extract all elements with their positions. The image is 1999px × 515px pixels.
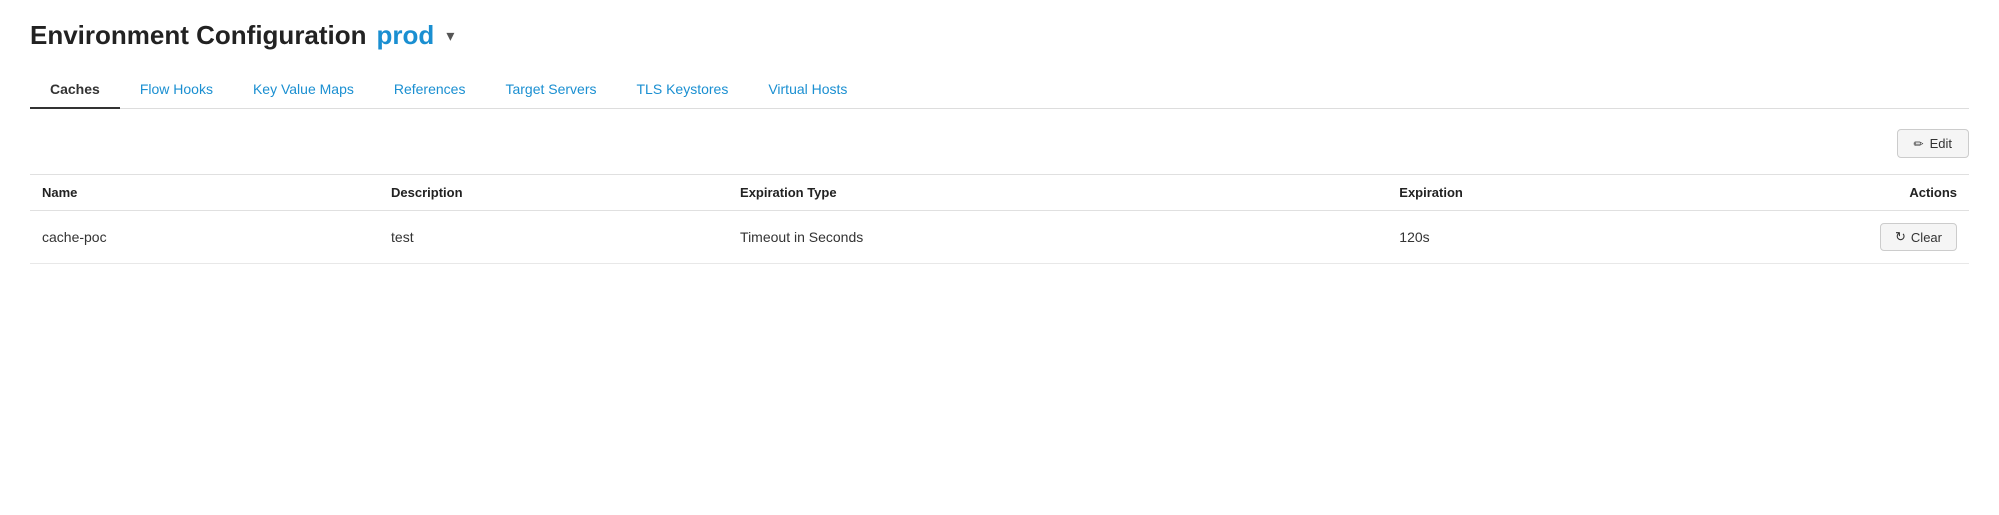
toolbar: ✏ Edit bbox=[30, 129, 1969, 158]
edit-button[interactable]: ✏ Edit bbox=[1897, 129, 1969, 158]
tab-tls-keystores[interactable]: TLS Keystores bbox=[617, 71, 749, 109]
col-header-actions: Actions bbox=[1736, 175, 1969, 211]
tab-target-servers[interactable]: Target Servers bbox=[485, 71, 616, 109]
clear-button-label: Clear bbox=[1911, 230, 1942, 245]
table-header-row: Name Description Expiration Type Expirat… bbox=[30, 175, 1969, 211]
cell-expiration-type: Timeout in Seconds bbox=[728, 211, 1387, 264]
tab-caches[interactable]: Caches bbox=[30, 71, 120, 109]
cell-actions: ↻ Clear bbox=[1736, 211, 1969, 264]
tab-virtual-hosts[interactable]: Virtual Hosts bbox=[748, 71, 867, 109]
table-row: cache-poc test Timeout in Seconds 120s ↻… bbox=[30, 211, 1969, 264]
cell-description: test bbox=[379, 211, 728, 264]
page-header: Environment Configuration prod ▾ bbox=[30, 20, 1969, 51]
cell-name: cache-poc bbox=[30, 211, 379, 264]
pencil-icon: ✏ bbox=[1914, 137, 1924, 151]
clear-button[interactable]: ↻ Clear bbox=[1880, 223, 1957, 251]
page-title: Environment Configuration bbox=[30, 20, 367, 51]
col-header-expiration: Expiration bbox=[1387, 175, 1736, 211]
caches-table: Name Description Expiration Type Expirat… bbox=[30, 174, 1969, 264]
env-dropdown-chevron[interactable]: ▾ bbox=[446, 26, 454, 46]
col-header-expiration-type: Expiration Type bbox=[728, 175, 1387, 211]
cell-expiration: 120s bbox=[1387, 211, 1736, 264]
tab-key-value-maps[interactable]: Key Value Maps bbox=[233, 71, 374, 109]
tab-flow-hooks[interactable]: Flow Hooks bbox=[120, 71, 233, 109]
col-header-name: Name bbox=[30, 175, 379, 211]
edit-button-label: Edit bbox=[1930, 136, 1952, 151]
env-name[interactable]: prod bbox=[377, 20, 435, 51]
tab-bar: Caches Flow Hooks Key Value Maps Referen… bbox=[30, 71, 1969, 109]
col-header-description: Description bbox=[379, 175, 728, 211]
tab-references[interactable]: References bbox=[374, 71, 486, 109]
refresh-icon: ↻ bbox=[1895, 229, 1906, 245]
